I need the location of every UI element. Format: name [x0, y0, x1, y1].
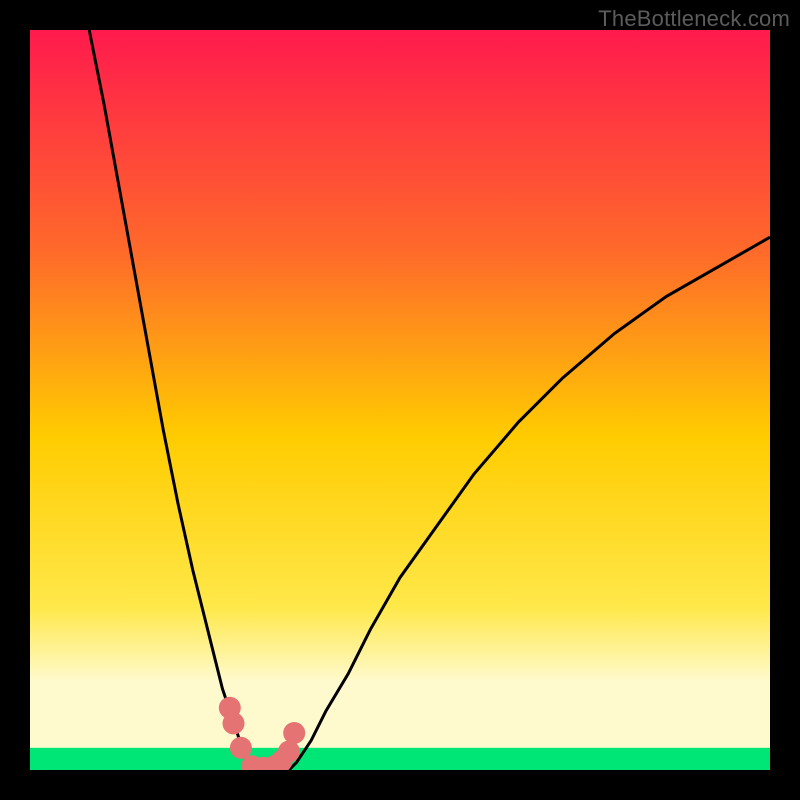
marker-dot	[230, 737, 252, 759]
green-band	[30, 748, 770, 770]
gradient-background	[30, 30, 770, 770]
bottleneck-chart	[30, 30, 770, 770]
plot-area	[30, 30, 770, 770]
cream-band	[30, 681, 770, 748]
marker-dot	[283, 722, 305, 744]
chart-frame: TheBottleneck.com	[0, 0, 800, 800]
marker-dot	[278, 741, 300, 763]
marker-dot	[223, 712, 245, 734]
watermark-text: TheBottleneck.com	[598, 6, 790, 32]
